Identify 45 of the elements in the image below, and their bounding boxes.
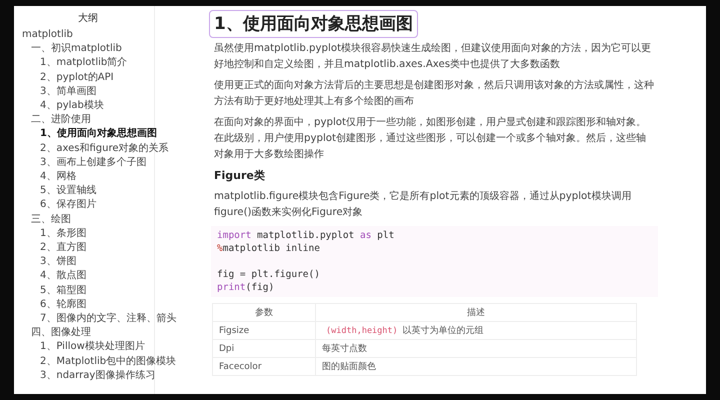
code-line: %matplotlib inline <box>217 242 320 255</box>
outline-item[interactable]: 6、保存图片 <box>40 198 96 213</box>
table-cell: Dpi <box>212 340 316 358</box>
outline-item[interactable]: 3、ndarray图像操作练习 <box>40 368 156 384</box>
outline-item[interactable]: 3、饼图 <box>40 255 76 270</box>
subheading: Figure类 <box>214 168 266 184</box>
column-header: 参数 <box>212 304 316 322</box>
paragraph: 使用更正式的面向对象方法背后的主要思想是创建图形对象，然后只调用该对象的方法或属性，这种方法有助于更好地处理其上有多个绘图的画布 <box>214 78 654 109</box>
outline-item[interactable]: 4、散点图 <box>40 269 86 284</box>
outline-item[interactable]: 7、图像内的文字、注释、箭头 <box>40 312 176 326</box>
table-cell: Figsize <box>212 322 316 340</box>
outline-item[interactable]: 4、pylab模块 <box>40 99 104 114</box>
outline-item[interactable]: 6、轮廓图 <box>40 298 86 312</box>
outline-item[interactable]: 四、图像处理 <box>31 326 91 340</box>
outline-title: 大纲 <box>77 12 99 26</box>
outline-item[interactable]: 3、简单画图 <box>40 84 96 100</box>
outline-item[interactable]: matplotlib <box>22 28 73 42</box>
outline-item[interactable]: 二、进阶使用 <box>31 113 91 128</box>
article-heading: 1、使用面向对象思想画图 <box>209 10 418 38</box>
outline-item[interactable]: 1、使用面向对象思想画图 <box>40 127 157 142</box>
table-cell: Facecolor <box>212 358 316 376</box>
paragraph: 在面向对象的界面中，pyplot仅用于一些功能，如图形创建，用户显式创建和跟踪图形和轴对象。在此级别，用户使用pyplot创建图形，通过这些图形，可以创建一个或多个轴对象。然后，这些轴对象用于大多数绘图操作 <box>214 116 648 162</box>
inline-code: (width,height) <box>325 326 398 336</box>
outline-item[interactable]: 2、直方图 <box>40 241 86 256</box>
code-line: import matplotlib.pyplot as plt <box>217 229 394 242</box>
paragraph: matplotlib.figure模块包含Figure类，它是所有plot元素的顶级容器，通过从pyplot模块调用figure()函数来实例化Figure对象 <box>214 190 632 220</box>
outline-item[interactable]: 2、axes和figure对象的关系 <box>40 142 168 156</box>
table-cell: 每英寸点数 <box>316 340 636 358</box>
outline-item[interactable]: 2、pyplot的API <box>40 70 114 85</box>
outline-item[interactable]: 5、设置轴线 <box>40 184 96 198</box>
column-header: 描述 <box>316 304 636 322</box>
code-line: print(fig) <box>217 281 274 294</box>
outline-item[interactable]: 5、箱型图 <box>40 284 86 298</box>
outline-item[interactable]: 三、绘图 <box>31 212 71 227</box>
outline-item[interactable]: 3、画布上创建多个子图 <box>40 156 146 170</box>
outline-item[interactable]: 4、网格 <box>40 170 76 184</box>
code-line: fig = plt.figure() <box>217 268 320 281</box>
outline-item[interactable]: 2、Matplotlib包中的图像模块 <box>40 354 176 369</box>
outline-item[interactable]: 1、条形图 <box>40 226 86 242</box>
outline-item[interactable]: 1、Pillow模块处理图片 <box>40 340 145 355</box>
outline-item[interactable]: 1、matplotlib简介 <box>40 56 128 71</box>
paragraph: 虽然使用matplotlib.pyplot模块很容易快速生成绘图，但建议使用面向对象的方法，因为它可以更好地控制和自定义绘图，并且matplotlib.axes.Axes类中也提供了大多数函数 <box>214 42 652 72</box>
outline-item[interactable]: 一、初识matplotlib <box>31 42 122 56</box>
table-cell: 图的贴面颜色 <box>316 358 636 376</box>
cell-text: 以英寸为单位的元组 <box>402 326 484 336</box>
